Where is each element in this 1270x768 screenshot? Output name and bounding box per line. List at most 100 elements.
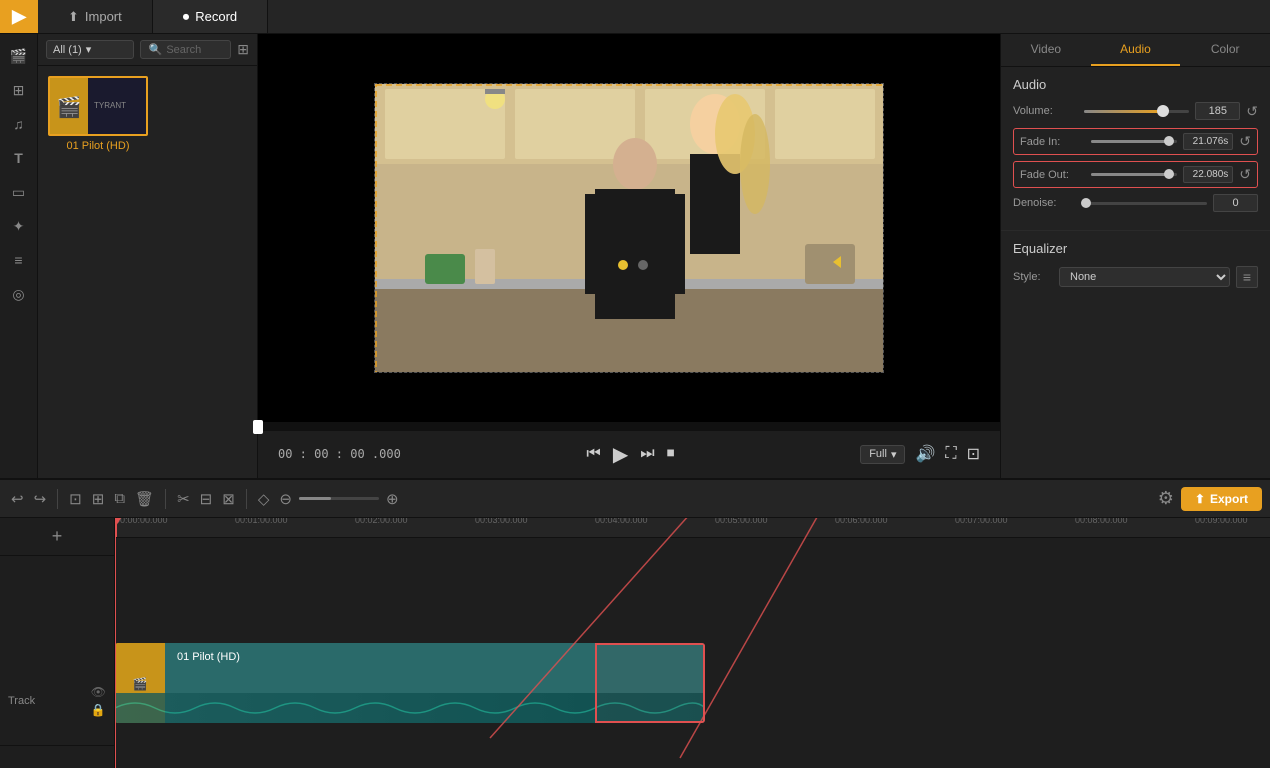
ruler-mark-8: 00:08:00.000 xyxy=(1075,518,1128,525)
fullscreen-button[interactable]: ⛶ xyxy=(945,445,956,463)
sidebar-icon-text[interactable]: T xyxy=(4,144,34,172)
split-button[interactable]: ⊠ xyxy=(219,487,238,511)
insert-button[interactable]: ⊞ xyxy=(89,487,108,511)
progress-bar[interactable] xyxy=(258,423,1000,431)
style-label: Style: xyxy=(1013,271,1053,283)
sidebar-icon-transitions[interactable]: ⊞ xyxy=(4,76,34,104)
sidebar-icon-audio[interactable]: ♫ xyxy=(4,110,34,138)
redo-button[interactable]: ↪ xyxy=(31,487,50,511)
tab-color[interactable]: Color xyxy=(1180,34,1270,66)
ruler-mark-6: 00:06:00.000 xyxy=(835,518,888,525)
fade-out-reset-button[interactable]: ↺ xyxy=(1239,166,1251,183)
chevron-down-icon: ▾ xyxy=(86,43,92,56)
add-track-button[interactable]: + xyxy=(0,518,114,556)
denoise-value[interactable] xyxy=(1213,194,1258,212)
fade-in-fill xyxy=(1091,140,1169,143)
track-lock-icon[interactable]: 🔒 xyxy=(91,703,106,717)
playhead[interactable] xyxy=(115,518,117,537)
track-clip-label: 01 Pilot (HD) xyxy=(169,647,248,667)
timeline-ruler: 00:00:00.000 00:01:00.000 00:02:00.000 0… xyxy=(115,518,1270,538)
fade-out-label: Fade Out: xyxy=(1020,169,1085,181)
equalizer-section: Equalizer Style: None ≡ xyxy=(1001,231,1270,298)
sidebar-icon-stickers[interactable]: ◎ xyxy=(4,280,34,308)
volume-handle[interactable] xyxy=(1157,105,1169,117)
tab-audio[interactable]: Audio xyxy=(1091,34,1181,66)
track-visibility-icon[interactable]: 👁 xyxy=(91,685,106,699)
search-icon: 🔍 xyxy=(149,43,163,56)
media-search-box[interactable]: 🔍 Search xyxy=(140,40,232,59)
sidebar-icon-effects[interactable]: ✦ xyxy=(4,212,34,240)
stop-button[interactable]: ⏹ xyxy=(667,445,675,463)
keyframe-button[interactable]: ◇ xyxy=(255,487,273,511)
skip-back-button[interactable]: ⏮ xyxy=(586,445,600,463)
zoom-out-button[interactable]: ⊖ xyxy=(276,487,295,511)
properties-panel: Video Audio Color Audio Volume: xyxy=(1000,34,1270,478)
video-frame xyxy=(374,83,884,373)
video-preview xyxy=(258,34,1000,422)
ruler-mark-9: 00:09:00.000 xyxy=(1195,518,1248,525)
quality-chevron-icon: ▾ xyxy=(891,448,897,461)
zoom-control: ⊖ ⊕ xyxy=(276,487,401,511)
fade-in-reset-button[interactable]: ↺ xyxy=(1239,133,1251,150)
play-button[interactable]: ▶ xyxy=(613,442,628,467)
logo-icon: ▶ xyxy=(12,6,26,27)
tab-import[interactable]: ⬆ Import xyxy=(38,0,153,33)
fade-out-value: 22.080s xyxy=(1183,166,1233,183)
crop-tool-button[interactable]: ⊟ xyxy=(197,487,216,511)
media-filter-dropdown[interactable]: All (1) ▾ xyxy=(46,40,134,59)
media-view-toggle[interactable]: ⊞ xyxy=(237,41,249,58)
track-name: Track xyxy=(8,695,35,707)
empty-track-area xyxy=(115,538,1270,638)
denoise-slider[interactable] xyxy=(1084,202,1207,205)
properties-tabs: Video Audio Color xyxy=(1001,34,1270,67)
undo-button[interactable]: ↩ xyxy=(8,487,27,511)
tab-record[interactable]: ⏺ Record xyxy=(153,0,268,33)
track-labels: + Track 👁 🔒 xyxy=(0,518,115,768)
fade-out-handle[interactable] xyxy=(1164,169,1174,179)
crop-button[interactable]: ⊡ xyxy=(967,444,980,464)
sidebar-icon-overlays[interactable]: ▭ xyxy=(4,178,34,206)
quality-label: Full xyxy=(869,448,887,460)
volume-slider[interactable] xyxy=(1084,110,1189,113)
fade-in-handle[interactable] xyxy=(1164,136,1174,146)
top-tabs: ⬆ Import ⏺ Record xyxy=(38,0,1270,33)
skip-forward-button[interactable]: ⏭ xyxy=(640,445,654,463)
zoom-slider[interactable] xyxy=(299,497,379,500)
equalizer-menu-button[interactable]: ≡ xyxy=(1236,266,1258,288)
export-icon: ⬆ xyxy=(1195,492,1205,506)
volume-value[interactable] xyxy=(1195,102,1240,120)
video-track-clip[interactable]: 🎬 01 Pilot (HD) xyxy=(115,643,705,723)
fade-out-slider[interactable] xyxy=(1091,173,1177,176)
style-select[interactable]: None xyxy=(1059,267,1230,287)
export-button[interactable]: ⬆ Export xyxy=(1181,487,1262,511)
audio-section-title: Audio xyxy=(1013,77,1258,92)
fade-in-slider[interactable] xyxy=(1091,140,1177,143)
preview-area: 00 : 00 : 00 .000 ⏮ ▶ ⏭ ⏹ Full ▾ 🔊 ⛶ xyxy=(258,34,1000,478)
zoom-in-button[interactable]: ⊕ xyxy=(383,487,402,511)
video-controls: 00 : 00 : 00 .000 ⏮ ▶ ⏭ ⏹ Full ▾ 🔊 ⛶ xyxy=(258,422,1000,478)
controls-row: 00 : 00 : 00 .000 ⏮ ▶ ⏭ ⏹ Full ▾ 🔊 ⛶ xyxy=(258,431,1000,478)
ruler-marks-container: 00:00:00.000 00:01:00.000 00:02:00.000 0… xyxy=(115,518,1270,535)
search-placeholder: Search xyxy=(166,44,201,56)
fade-out-fill xyxy=(1091,173,1169,176)
zoom-fill xyxy=(299,497,331,500)
media-thumbnail: 🎬 TYRANT xyxy=(48,76,148,136)
delete-button[interactable]: 🗑 xyxy=(132,487,157,511)
media-item-pilot[interactable]: 🎬 TYRANT 01 Pilot (HD) xyxy=(48,76,148,152)
settings-button[interactable]: ⚙ xyxy=(1155,485,1177,512)
denoise-handle[interactable] xyxy=(1081,198,1091,208)
quality-selector[interactable]: Full ▾ xyxy=(860,445,905,464)
select-tool-button[interactable]: ⊡ xyxy=(66,487,85,511)
toolbar-separator-2 xyxy=(165,489,166,509)
timeline-tracks[interactable]: 00:00:00.000 00:01:00.000 00:02:00.000 0… xyxy=(115,518,1270,768)
duplicate-button[interactable]: ⧉ xyxy=(111,487,128,510)
volume-button[interactable]: 🔊 xyxy=(915,444,935,464)
volume-reset-button[interactable]: ↺ xyxy=(1246,103,1258,120)
cut-button[interactable]: ✂ xyxy=(174,487,193,511)
sidebar-icon-media[interactable]: 🎬 xyxy=(4,42,34,70)
sidebar: 🎬 ⊞ ♫ T ▭ ✦ ≡ ◎ xyxy=(0,34,38,478)
sidebar-icon-filters[interactable]: ≡ xyxy=(4,246,34,274)
track-label-row: Track 👁 🔒 xyxy=(0,656,114,746)
progress-handle[interactable] xyxy=(253,420,263,434)
tab-video[interactable]: Video xyxy=(1001,34,1091,66)
